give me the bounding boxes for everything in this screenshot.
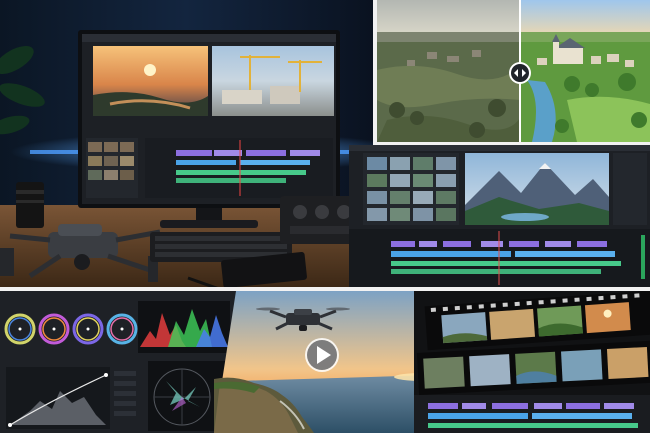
mountain-lake-preview [465, 153, 609, 225]
panel-filmstrip-timeline [414, 291, 650, 433]
panel-aerial-before-after [377, 0, 650, 142]
play-button-icon [305, 338, 339, 372]
panel-color-grading [0, 291, 236, 433]
comparison-slider-handle-icon [509, 62, 531, 84]
panel-desk-workstation [0, 0, 373, 287]
camera-lens [16, 182, 44, 228]
panel-drone-over-cliffs [214, 291, 436, 433]
curves-histogram [6, 367, 110, 429]
editing-monitor [78, 30, 340, 208]
panel-nle-mountain-lake [349, 145, 650, 287]
photo-collage [0, 0, 650, 433]
